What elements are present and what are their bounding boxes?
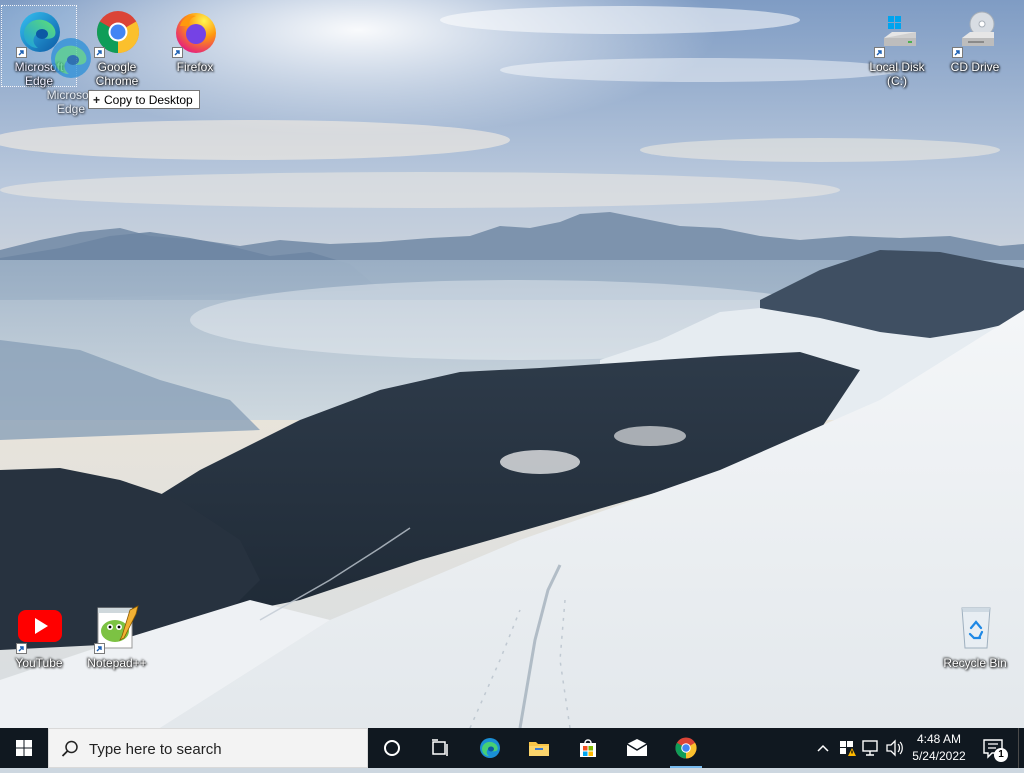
network-wired-icon	[862, 740, 878, 756]
desktop-icon-firefox[interactable]: Firefox	[158, 6, 232, 86]
desktop-icon-label: YouTube	[15, 656, 63, 670]
windows-security-warning-icon	[840, 741, 856, 756]
desktop[interactable]: Microsoft Edge Google Chrome Firefox Loc…	[0, 0, 1024, 728]
desktop-icon-local-disk[interactable]: Local Disk (C:)	[860, 6, 934, 88]
taskbar-file-explorer-button[interactable]	[515, 728, 563, 768]
action-center-button[interactable]: 1	[980, 728, 1010, 768]
desktop-icon-label: Local Disk (C:)	[869, 60, 925, 88]
chrome-icon	[674, 736, 698, 760]
search-input[interactable]	[87, 729, 361, 769]
taskbar-edge-button[interactable]	[466, 728, 514, 768]
shortcut-arrow-icon	[16, 47, 27, 58]
notepadpp-icon	[94, 604, 142, 654]
start-button[interactable]	[0, 728, 48, 768]
desktop-icon-cd-drive[interactable]: CD Drive	[938, 6, 1012, 86]
drag-ghost-edge: Microsoft Edge	[43, 34, 103, 124]
desktop-icon-label: Recycle Bin	[943, 656, 1007, 670]
desktop-icon-notepadpp[interactable]: Notepad++	[80, 602, 154, 682]
mail-icon	[625, 736, 649, 760]
desktop-icon-label: CD Drive	[950, 60, 1000, 74]
clock-time: 4:48 AM	[916, 732, 962, 746]
tray-security-button[interactable]	[836, 728, 858, 768]
shortcut-arrow-icon	[94, 643, 105, 654]
show-hidden-icons-button[interactable]	[814, 728, 832, 768]
cortana-button[interactable]	[368, 728, 416, 768]
speaker-icon	[886, 739, 903, 757]
cortana-icon	[380, 736, 404, 760]
taskbar-chrome-button[interactable]	[662, 728, 710, 768]
tray-network-button[interactable]	[860, 728, 882, 768]
store-icon	[576, 736, 600, 760]
cd-drive-icon	[952, 8, 1000, 58]
desktop-icon-youtube[interactable]: YouTube	[2, 602, 76, 682]
shortcut-arrow-icon	[16, 643, 27, 654]
youtube-icon	[16, 604, 64, 654]
windows-logo-icon	[16, 740, 32, 756]
search-icon	[61, 740, 78, 757]
show-desktop-button[interactable]	[1018, 728, 1024, 768]
edge-icon	[47, 34, 95, 82]
chevron-up-icon	[817, 744, 829, 752]
tray-volume-button[interactable]	[884, 728, 906, 768]
shortcut-arrow-icon	[172, 47, 183, 58]
task-view-icon	[428, 736, 452, 760]
drag-tooltip-text: Copy to Desktop	[104, 93, 193, 107]
desktop-icon-label: Notepad++	[87, 656, 147, 670]
recycle-bin-icon	[952, 604, 1000, 652]
notification-count-badge: 1	[994, 748, 1008, 762]
taskbar-store-button[interactable]	[564, 728, 612, 768]
hard-drive-icon	[874, 8, 922, 58]
notification-icon	[983, 739, 1003, 759]
desktop-icon-label: Firefox	[176, 60, 214, 74]
shortcut-arrow-icon	[952, 47, 963, 58]
desktop-icon-recycle-bin[interactable]: Recycle Bin	[938, 602, 1012, 682]
shortcut-arrow-icon	[874, 47, 885, 58]
firefox-icon	[172, 8, 220, 58]
taskbar: 4:48 AM 5/24/2022 1	[0, 728, 1024, 769]
task-view-button[interactable]	[416, 728, 464, 768]
taskbar-clock[interactable]: 4:48 AM 5/24/2022	[906, 731, 972, 765]
taskbar-search-box[interactable]	[48, 728, 368, 769]
taskbar-mail-button[interactable]	[613, 728, 661, 768]
plus-icon: +	[93, 93, 101, 107]
file-explorer-icon	[527, 736, 551, 760]
clock-date: 5/24/2022	[912, 749, 966, 763]
edge-icon	[478, 736, 502, 760]
drag-tooltip: + Copy to Desktop	[88, 90, 200, 109]
